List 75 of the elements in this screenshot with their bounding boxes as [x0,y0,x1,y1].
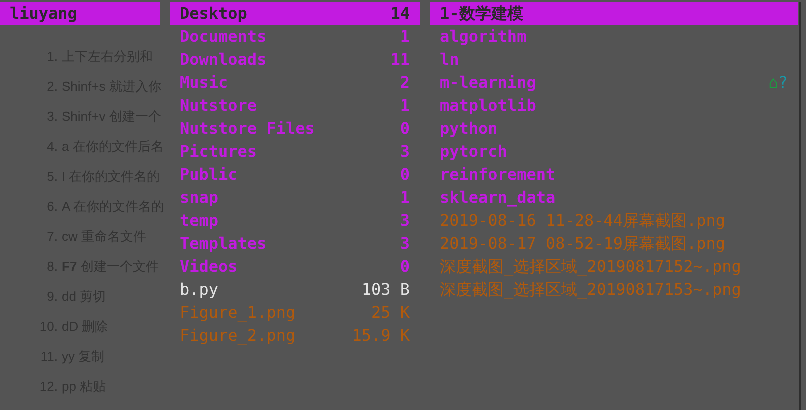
file-row[interactable]: 深度截图_选择区域_20190817153~.png [430,278,798,301]
folder-row[interactable]: Desktop 14 [170,2,420,25]
item-size: 3 [400,140,410,162]
folder-name: Documents [180,26,267,48]
folder-row[interactable]: Nutstore 1 [170,94,420,117]
folder-name: matplotlib [440,94,536,116]
folder-row[interactable]: Public 0 [170,163,420,186]
folder-row[interactable]: reinforement [430,163,798,186]
folder-row[interactable]: 1-数学建模 [430,2,798,25]
file-row[interactable]: 深度截图_选择区域_20190817152~.png [430,255,798,278]
folder-name: python [440,118,498,140]
folder-row[interactable]: m-learning ⌂? [430,71,798,94]
folder-name: algorithm [440,26,527,48]
file-name: 深度截图_选择区域_20190817153~.png [440,278,742,301]
folder-name: Nutstore [180,94,258,116]
folder-name: Desktop [180,2,248,24]
file-row[interactable]: Figure_2.png 15.9 K [170,324,420,347]
folder-name: Music [180,72,228,94]
folder-name: snap [180,186,219,208]
folder-row[interactable]: algorithm [430,25,798,48]
folder-name: Downloads [180,48,267,70]
file-name: 2019-08-17 08-52-19屏幕截图.png [440,232,726,254]
folder-row[interactable]: Music 2 [170,71,420,94]
item-size: 1 [400,186,410,208]
item-size: 11 [390,48,410,70]
folder-name: temp [180,210,219,232]
folder-row[interactable]: sklearn_data [430,186,798,209]
folder-name: m-learning [440,72,536,94]
folder-row[interactable]: Nutstore Files 0 [170,117,420,140]
file-row[interactable]: 2019-08-16 11-28-44屏幕截图.png [430,209,798,232]
item-size: 103 B [362,278,410,300]
folder-name: 1-数学建模 [440,2,524,24]
item-size: 14 [390,2,410,24]
file-name: b.py [180,278,219,300]
file-row[interactable]: 2019-08-17 08-52-19屏幕截图.png [430,232,798,255]
item-size: 0 [400,256,410,278]
item-size: 15.9 K [352,324,410,346]
folder-name: pytorch [440,140,508,162]
item-size: 3 [400,232,410,254]
folder-row[interactable]: Pictures 3 [170,140,420,163]
folder-name: Pictures [180,140,258,162]
file-name: 深度截图_选择区域_20190817152~.png [440,256,742,278]
folder-name: Public [180,164,238,186]
folder-row[interactable]: snap 1 [170,186,420,209]
folder-name: Videos [180,256,238,278]
item-size: 0 [400,118,410,140]
folder-name: sklearn_data [440,186,556,209]
folder-row[interactable]: temp 3 [170,209,420,232]
folder-name: reinforement [440,164,556,186]
item-size: 0 [400,164,410,186]
folder-row[interactable]: Templates 3 [170,232,420,255]
folder-row[interactable]: Videos 0 [170,255,420,278]
item-size: 25 K [371,302,410,324]
folder-name: liuyang [10,2,78,24]
folder-row[interactable]: python [430,117,798,140]
item-size: 2 [400,72,410,94]
folder-row[interactable]: Downloads 11 [170,48,420,71]
file-name: Figure_2.png [180,324,296,347]
file-row[interactable]: b.py 103 B [170,278,420,301]
folder-name: Nutstore Files [180,118,315,140]
folder-row[interactable]: pytorch [430,140,798,163]
folder-row[interactable]: Documents 1 [170,25,420,48]
folder-row[interactable]: liuyang [0,2,160,25]
file-name: Figure_1.png [180,302,296,324]
file-name: 2019-08-16 11-28-44屏幕截图.png [440,210,726,232]
file-row[interactable]: Figure_1.png 25 K [170,301,420,324]
item-size: 3 [400,210,410,232]
folder-name: ln [440,48,460,70]
status-mark: ⌂ [768,72,778,94]
folder-name: Templates [180,232,267,254]
status-mark: ? [778,72,788,94]
item-size: 1 [400,94,410,116]
folder-row[interactable]: ln [430,48,798,71]
item-size: 1 [400,26,410,48]
folder-row[interactable]: matplotlib [430,94,798,117]
